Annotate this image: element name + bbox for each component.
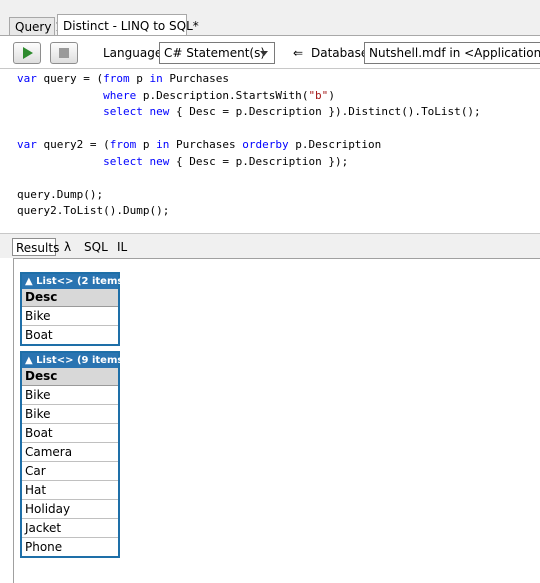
code-line: query2.ToList().Dump();: [17, 204, 170, 217]
column-header-desc: Desc: [22, 289, 118, 307]
database-label: Database: [311, 46, 369, 60]
result-list-2-header[interactable]: ▲ List<> (9 items): [22, 353, 128, 368]
list-row: Holiday: [22, 500, 118, 519]
tab-lambda[interactable]: λ: [64, 238, 71, 256]
chevron-down-icon: [260, 51, 268, 56]
code-line: select new { Desc = p.Description });: [103, 154, 349, 168]
result-list-1: ▲ List<> (2 items) Desc Bike Boat: [20, 272, 128, 346]
code-line: var query = (from p in Purchases: [17, 72, 229, 85]
language-label: Language: [103, 46, 163, 60]
column-header-desc: Desc: [22, 368, 118, 386]
list-row: Hat: [22, 481, 118, 500]
list-row: Boat: [25, 328, 53, 342]
list-row: Bike: [22, 386, 118, 405]
stop-icon: [59, 48, 69, 58]
language-select-value: C# Statement(s): [164, 46, 266, 60]
play-icon: [23, 47, 33, 59]
tab-il[interactable]: IL: [117, 238, 127, 256]
tab-sql[interactable]: SQL: [84, 238, 108, 256]
list-row: Camera: [22, 443, 118, 462]
code-line: var query2 = (from p in Purchases orderb…: [17, 138, 382, 151]
code-line: where p.Description.StartsWith("b"): [103, 88, 335, 102]
code-line: select new { Desc = p.Description }).Dis…: [103, 105, 481, 118]
code-line: query.Dump();: [17, 187, 104, 201]
language-select[interactable]: C# Statement(s): [159, 42, 275, 64]
list-row: Bike: [22, 405, 118, 424]
result-list-1-header[interactable]: ▲ List<> (2 items): [22, 274, 128, 289]
list-row: Bike: [22, 307, 118, 326]
code-text: var query = (from p in Purchases where p…: [17, 71, 481, 220]
list-row: Boat: [22, 424, 118, 443]
database-select[interactable]: Nutshell.mdf in <ApplicationData>: [364, 42, 540, 64]
run-button[interactable]: [13, 42, 41, 64]
results-tab-bar: [0, 234, 540, 258]
tab-distinct-linq-to-sql[interactable]: Distinct - LINQ to SQL*: [57, 14, 199, 36]
code-editor[interactable]: var query = (from p in Purchases where p…: [0, 69, 540, 233]
list-row: Car: [22, 462, 118, 481]
list-row: Phone: [25, 540, 63, 554]
stop-button[interactable]: [50, 42, 78, 64]
database-select-value: Nutshell.mdf in <ApplicationData>: [369, 46, 540, 60]
list-row: Jacket: [22, 519, 118, 538]
tab-query-1[interactable]: Query 1: [9, 17, 63, 36]
tab-results[interactable]: Results: [12, 238, 59, 256]
result-list-2: ▲ List<> (9 items) Desc Bike Bike Boat C…: [20, 351, 128, 558]
database-arrow-icon: ⇐: [293, 46, 304, 60]
